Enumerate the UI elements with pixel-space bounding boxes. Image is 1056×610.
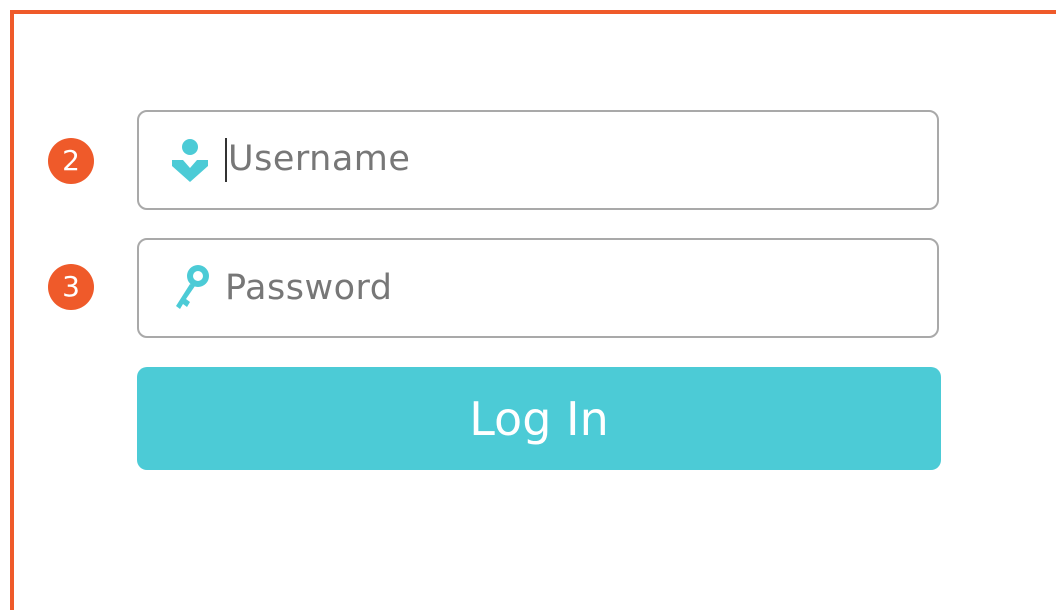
login-button[interactable]: Log In xyxy=(137,367,941,470)
step-badge-username: 2 xyxy=(48,138,94,184)
text-caret xyxy=(225,138,227,182)
password-input[interactable]: Password xyxy=(225,268,392,308)
step-badge-password: 3 xyxy=(48,264,94,310)
username-input[interactable]: Username xyxy=(225,138,410,182)
username-field[interactable]: Username xyxy=(137,110,939,210)
password-field[interactable]: Password xyxy=(137,238,939,338)
key-icon xyxy=(167,262,213,314)
username-placeholder: Username xyxy=(228,139,411,179)
user-icon xyxy=(167,134,213,186)
